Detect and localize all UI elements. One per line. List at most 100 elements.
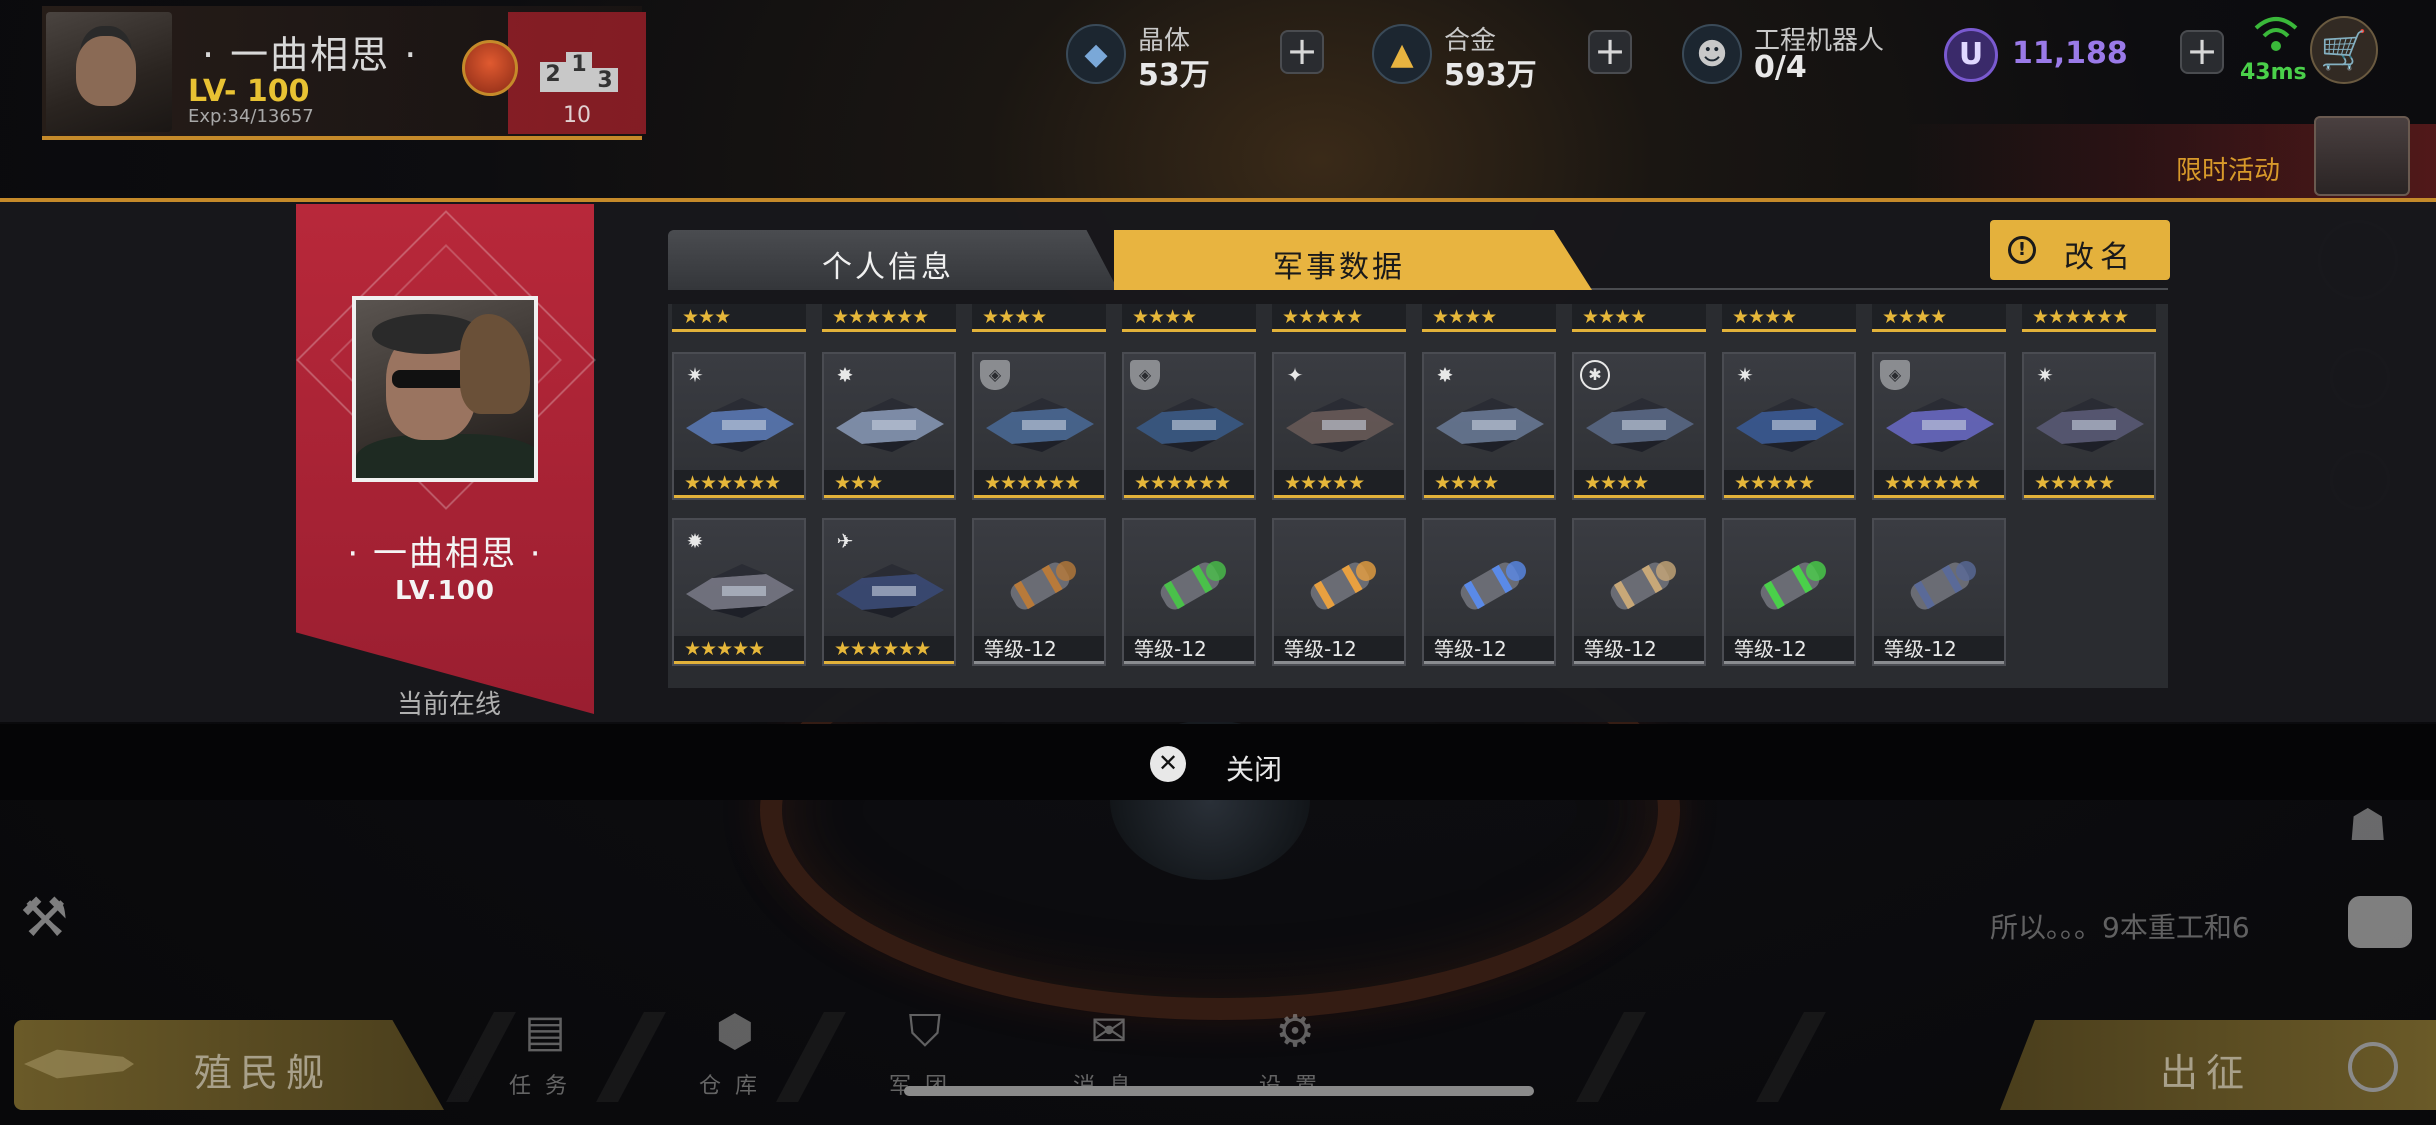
limited-event-label[interactable]: 限时活动: [2176, 150, 2280, 187]
ship-card[interactable]: ✸ ★★★: [822, 352, 956, 500]
tab-military-data[interactable]: 军事数据: [1114, 230, 1592, 290]
class-badge-icon: ✷: [2036, 363, 2054, 387]
nav-warehouse[interactable]: ⬢ 仓库: [660, 1002, 810, 1112]
crystal-icon: ◆: [1066, 24, 1126, 84]
player-level: LV- 100: [188, 74, 310, 109]
nav-task[interactable]: ▤ 任务: [470, 1002, 620, 1112]
module-level: 等级-12: [1424, 636, 1554, 664]
player-portrait: [352, 296, 538, 482]
class-badge-icon: ✈: [836, 529, 854, 553]
module-card[interactable]: 等级-12: [1272, 518, 1406, 666]
podium-first: 1: [566, 52, 592, 92]
podium-third: 3: [592, 68, 618, 93]
add-currency-button[interactable]: +: [2180, 30, 2224, 74]
ship-card[interactable]: ✱ ★★★★: [1572, 352, 1706, 500]
contact-icon[interactable]: ☗: [2348, 800, 2408, 860]
portrait-falcon: [460, 314, 530, 414]
chat-icon[interactable]: [2348, 896, 2412, 948]
module-icon: [1010, 561, 1076, 610]
rank-medal-icon: [462, 40, 518, 96]
class-badge-icon: ✹: [686, 529, 704, 553]
add-alloy-button[interactable]: +: [1588, 30, 1632, 74]
partial-row-stars: ★★★★★★: [822, 304, 956, 332]
module-icon: [1760, 561, 1826, 610]
rank-button[interactable]: 2 1 3 10: [508, 12, 646, 134]
player-avatar[interactable]: [46, 12, 172, 132]
module-card[interactable]: 等级-12: [1572, 518, 1706, 666]
partial-row-stars: ★★★★★★: [2022, 304, 2156, 332]
module-icon: [1310, 561, 1376, 610]
module-card[interactable]: 等级-12: [1422, 518, 1556, 666]
ship-card[interactable]: ✦ ★★★★★: [1272, 352, 1406, 500]
ship-icon: [686, 564, 794, 618]
ship-card[interactable]: ◈ ★★★★★★: [1122, 352, 1256, 500]
ship-icon: [836, 564, 944, 618]
profile-level: LV.100: [395, 576, 495, 606]
partial-row-stars: ★★★★: [1422, 304, 1556, 332]
colony-label: 殖民舰: [194, 1051, 333, 1095]
module-icon: [1610, 561, 1676, 610]
module-icon: [1910, 561, 1976, 610]
module-level: 等级-12: [1724, 636, 1854, 664]
class-badge-icon: ◈: [1130, 360, 1160, 390]
ship-stars: ★★★★★: [674, 636, 804, 664]
ship-stars: ★★★★★: [2024, 470, 2154, 498]
add-crystal-button[interactable]: +: [1280, 30, 1324, 74]
shop-cart-icon[interactable]: 🛒: [2310, 16, 2378, 84]
task-icon: ▤: [524, 1006, 566, 1057]
ship-card[interactable]: ✹ ★★★★★: [672, 518, 806, 666]
ship-card[interactable]: ✷ ★★★★★: [2022, 352, 2156, 500]
module-level: 等级-12: [1574, 636, 1704, 664]
class-badge-icon: ✱: [1580, 360, 1610, 390]
chat-preview[interactable]: 所以。。。9本重工和6: [1990, 906, 2250, 946]
player-name: · 一曲相思 ·: [202, 33, 419, 77]
ship-icon: [1886, 398, 1994, 452]
ship-icon: [986, 398, 1094, 452]
module-level: 等级-12: [974, 636, 1104, 664]
ship-card[interactable]: ✷ ★★★★★: [1722, 352, 1856, 500]
tools-icon[interactable]: ⚒: [20, 886, 84, 950]
portrait-body: [356, 434, 534, 478]
ship-icon: [2036, 398, 2144, 452]
ship-card[interactable]: ◈ ★★★★★★: [1872, 352, 2006, 500]
ship-stars: ★★★★: [1424, 470, 1554, 498]
currency-icon: U: [1944, 28, 1998, 82]
partial-row-stars: ★★★★: [1122, 304, 1256, 332]
module-icon: [1160, 561, 1226, 610]
ship-stars: ★★★★★★: [1874, 470, 2004, 498]
partial-row-stars: ★★★★★: [1272, 304, 1406, 332]
close-button[interactable]: ✕ 关闭: [1150, 746, 1290, 786]
module-card[interactable]: 等级-12: [1722, 518, 1856, 666]
online-status: 当前在线: [396, 690, 501, 720]
ship-card[interactable]: ✈ ★★★★★★: [822, 518, 956, 666]
module-card[interactable]: 等级-12: [1122, 518, 1256, 666]
alloy-value: 593万: [1444, 58, 1537, 93]
ship-card[interactable]: ✷ ★★★★★★: [672, 352, 806, 500]
module-card[interactable]: 等级-12: [972, 518, 1106, 666]
ship-stars: ★★★★★★: [824, 636, 954, 664]
tab-personal-info[interactable]: 个人信息: [668, 230, 1118, 290]
robot-value: 0/4: [1754, 50, 1807, 85]
ping-value: 43ms: [2240, 60, 2307, 85]
ship-icon: [1586, 398, 1694, 452]
ship-stars: ★★★★: [1574, 470, 1704, 498]
deploy-button[interactable]: 出征: [2000, 1020, 2436, 1110]
rename-button[interactable]: ! 改名: [1990, 220, 2170, 280]
tab-label: 军事数据: [1273, 250, 1405, 285]
ship-icon: [686, 398, 794, 452]
home-indicator[interactable]: [904, 1086, 1534, 1096]
military-data-grid[interactable]: ★★★ ★★★★★★ ★★★★ ★★★★ ★★★★★ ★★★★ ★★★★ ★★★★ ★★★★ ★★…: [668, 304, 2168, 688]
module-level: 等级-12: [1874, 636, 2004, 664]
player-exp: Exp:34/13657: [188, 106, 314, 127]
robot-icon: ☻: [1682, 24, 1742, 84]
currency-value: 11,188: [2012, 36, 2128, 71]
colony-ship-button[interactable]: 殖民舰: [14, 1020, 444, 1110]
module-icon: [1460, 561, 1526, 610]
event-chest-icon[interactable]: [2314, 116, 2410, 196]
ship-card[interactable]: ✸ ★★★★: [1422, 352, 1556, 500]
class-badge-icon: ✷: [686, 363, 704, 387]
close-icon: ✕: [1150, 746, 1186, 782]
ship-icon: [1436, 398, 1544, 452]
module-card[interactable]: 等级-12: [1872, 518, 2006, 666]
ship-card[interactable]: ◈ ★★★★★★: [972, 352, 1106, 500]
